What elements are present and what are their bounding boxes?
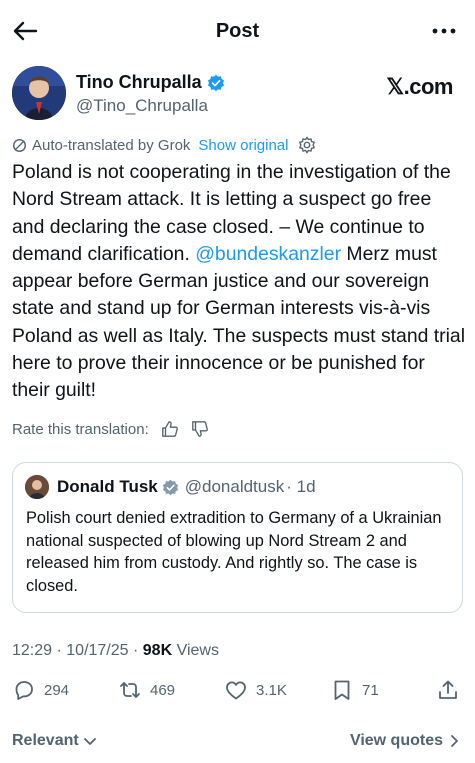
quoted-post[interactable]: Donald Tusk @donaldtusk · 1d Polish cour… bbox=[12, 462, 463, 613]
bookmark-icon bbox=[334, 680, 350, 700]
view-quotes-link[interactable]: View quotes bbox=[350, 732, 461, 750]
show-original-link[interactable]: Show original bbox=[198, 137, 288, 154]
sort-relevant-dropdown[interactable]: Relevant bbox=[12, 732, 98, 750]
sort-label: Relevant bbox=[12, 732, 79, 749]
quoted-author-name: Donald Tusk bbox=[57, 477, 158, 496]
post-date: 10/17/25 bbox=[66, 642, 129, 659]
reply-button[interactable]: 294 bbox=[12, 678, 69, 702]
bookmark-button[interactable]: 71 bbox=[330, 678, 379, 702]
x-com-logo: 𝕏.com bbox=[386, 74, 453, 99]
reply-count: 294 bbox=[44, 681, 70, 699]
like-button[interactable]: 3.1K bbox=[224, 678, 287, 702]
avatar[interactable] bbox=[12, 66, 66, 120]
verified-badge-icon bbox=[207, 74, 224, 91]
quoted-verified-badge-icon bbox=[162, 479, 178, 495]
more-options-button[interactable] bbox=[431, 20, 457, 42]
post-meta: 12:29 · 10/17/25 · 98K Views bbox=[12, 642, 219, 659]
view-quotes-label: View quotes bbox=[349, 732, 443, 749]
page-title: Post bbox=[215, 20, 260, 42]
rate-translation-label: Rate this translation: bbox=[12, 420, 149, 438]
quoted-avatar bbox=[25, 475, 49, 499]
mention-link[interactable]: @bundeskanzler bbox=[195, 243, 341, 265]
reply-icon bbox=[15, 681, 33, 700]
repost-icon bbox=[120, 682, 140, 698]
action-bar: 294 469 3.1K 71 bbox=[0, 678, 475, 710]
views-count: 98K bbox=[142, 642, 173, 659]
views-label: Views bbox=[176, 642, 219, 659]
chevron-down-icon bbox=[83, 738, 96, 745]
quoted-post-header: Donald Tusk @donaldtusk · 1d bbox=[25, 475, 316, 499]
auto-translated-label: Auto-translated by Grok bbox=[32, 136, 191, 154]
author-name[interactable]: Tino Chrupalla bbox=[76, 72, 202, 93]
top-bar: Post bbox=[0, 0, 475, 64]
chevron-right-icon bbox=[451, 735, 458, 747]
repost-button[interactable]: 469 bbox=[118, 678, 175, 702]
avatar-image bbox=[12, 66, 66, 120]
quoted-author-handle: @donaldtusk bbox=[184, 477, 285, 496]
grok-icon bbox=[12, 138, 27, 152]
share-button[interactable] bbox=[436, 678, 468, 702]
more-dots-icon bbox=[432, 28, 456, 34]
quoted-post-text: Polish court denied extradition to Germa… bbox=[26, 509, 442, 595]
post-text: Poland is not cooperating in the investi… bbox=[12, 159, 467, 405]
share-icon bbox=[439, 680, 457, 699]
replies-sort-bar: Relevant View quotes bbox=[0, 732, 475, 756]
repost-count: 469 bbox=[150, 681, 176, 699]
like-count: 3.1K bbox=[256, 681, 287, 699]
author-handle[interactable]: @Tino_Chrupalla bbox=[76, 96, 208, 116]
thumbs-down-icon[interactable] bbox=[191, 420, 209, 438]
post-author: Tino Chrupalla @Tino_Chrupalla 𝕏.com bbox=[12, 66, 463, 122]
gear-icon[interactable] bbox=[298, 136, 316, 154]
post-text-part2: Merz must appear before German justice a… bbox=[12, 242, 466, 402]
thumbs-up-icon[interactable] bbox=[161, 420, 179, 438]
bookmark-count: 71 bbox=[362, 681, 379, 699]
rate-translation: Rate this translation: bbox=[12, 420, 209, 438]
translation-notice: Auto-translated by Grok Show original bbox=[12, 136, 316, 154]
post-time: 12:29 bbox=[12, 642, 53, 659]
heart-icon bbox=[226, 681, 246, 700]
quoted-post-age: · 1d bbox=[286, 477, 316, 496]
